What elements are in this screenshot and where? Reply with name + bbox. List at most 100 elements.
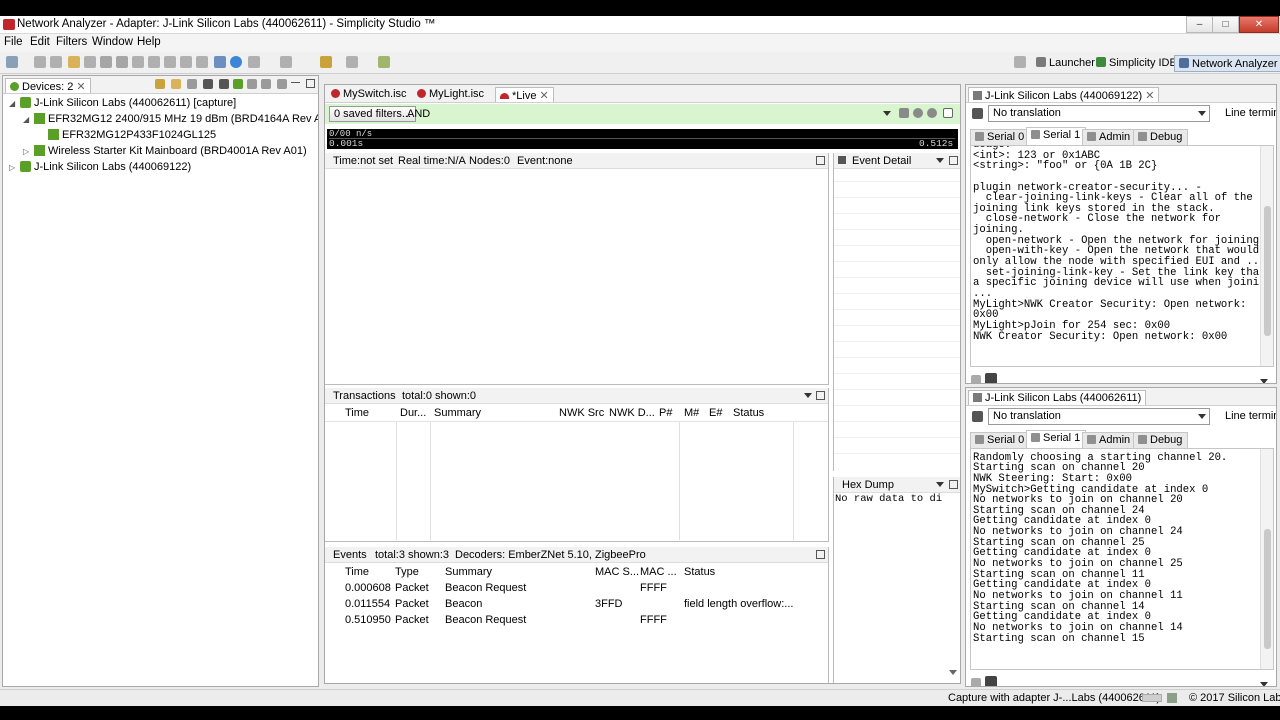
subtab-serial1[interactable]: Serial 1 bbox=[1026, 127, 1087, 145]
pin-icon[interactable] bbox=[378, 56, 390, 68]
subtab-serial1[interactable]: Serial 1 bbox=[1026, 430, 1087, 448]
maximize-button[interactable]: □ bbox=[1212, 16, 1239, 33]
view-menu-icon[interactable] bbox=[804, 393, 812, 398]
view-menu-icon[interactable] bbox=[936, 482, 944, 487]
perspective-network-analyzer[interactable]: Network Analyzer bbox=[1174, 55, 1280, 72]
forward-arrow-icon[interactable] bbox=[346, 56, 358, 68]
open-perspective-icon[interactable] bbox=[1014, 56, 1026, 68]
col-summary[interactable]: Summary bbox=[434, 407, 481, 419]
save-all-icon[interactable] bbox=[50, 56, 62, 68]
view-menu-icon[interactable] bbox=[936, 158, 944, 163]
filter-dropdown-icon[interactable] bbox=[883, 111, 891, 116]
col-mac-dst[interactable]: MAC ... bbox=[640, 566, 677, 578]
console-scrollbar[interactable] bbox=[1260, 146, 1273, 366]
new-icon[interactable] bbox=[6, 56, 18, 68]
disconnect-icon[interactable] bbox=[219, 79, 229, 89]
col-p-number[interactable]: P# bbox=[659, 407, 672, 419]
subtab-admin[interactable]: Admin bbox=[1082, 129, 1137, 145]
maximize-view-icon[interactable] bbox=[949, 156, 958, 165]
back-arrow-icon[interactable] bbox=[320, 56, 332, 68]
maximize-view-icon[interactable] bbox=[816, 550, 825, 559]
command-icon[interactable] bbox=[985, 373, 997, 383]
remove-icon[interactable] bbox=[203, 79, 213, 89]
tree-item-efr32mg12-chip[interactable]: EFR32MG12P433F1024GL125 bbox=[37, 129, 216, 141]
filter-window-icon[interactable] bbox=[943, 108, 953, 118]
expand-arrow-icon[interactable]: ◢ bbox=[9, 99, 17, 108]
filter-record-icon[interactable] bbox=[913, 108, 923, 118]
menu-help[interactable]: Help bbox=[137, 36, 161, 48]
tab-live[interactable]: *Live ✕ bbox=[495, 87, 554, 102]
expand-arrow-icon[interactable]: ◢ bbox=[23, 115, 31, 124]
table-row[interactable]: 0.011554 Packet Beacon 3FFD field length ove… bbox=[325, 597, 828, 613]
scroll-down-icon[interactable] bbox=[949, 670, 957, 675]
tab-myswitch[interactable]: MySwitch.isc bbox=[327, 87, 411, 102]
minimize-button[interactable]: – bbox=[1186, 16, 1213, 33]
console-device-icon[interactable] bbox=[972, 108, 983, 119]
print-icon[interactable] bbox=[84, 56, 96, 68]
perspective-simplicity-ide[interactable]: Simplicity IDE bbox=[1092, 55, 1181, 72]
tree-item-jlink-440069122[interactable]: ▷ J-Link Silicon Labs (440069122) bbox=[9, 161, 191, 173]
dropdown-icon[interactable] bbox=[247, 79, 257, 89]
console-scrollbar[interactable] bbox=[1260, 449, 1273, 669]
collapse-all-icon[interactable] bbox=[261, 79, 271, 89]
subtab-admin[interactable]: Admin bbox=[1082, 432, 1137, 448]
save-icon[interactable] bbox=[34, 56, 46, 68]
menu-filters[interactable]: Filters bbox=[56, 36, 87, 48]
collapse-arrow-icon[interactable]: ▷ bbox=[23, 147, 31, 156]
maximize-view-icon[interactable] bbox=[306, 79, 315, 88]
edit-icon[interactable] bbox=[187, 79, 197, 89]
menu-file[interactable]: File bbox=[4, 36, 23, 48]
maximize-view-icon[interactable] bbox=[816, 391, 825, 400]
tab-mylight[interactable]: MyLight.isc bbox=[413, 87, 488, 102]
link-editor-icon[interactable] bbox=[277, 79, 287, 89]
maximize-view-icon[interactable] bbox=[816, 156, 825, 165]
col-summary[interactable]: Summary bbox=[445, 566, 492, 578]
next-annotation-icon[interactable] bbox=[280, 56, 292, 68]
col-time[interactable]: Time bbox=[345, 407, 369, 419]
col-duration[interactable]: Dur... bbox=[400, 407, 426, 419]
folder-icon[interactable] bbox=[171, 79, 181, 89]
help-icon[interactable] bbox=[230, 56, 242, 68]
filter-clear-icon[interactable] bbox=[927, 108, 937, 118]
translation-select[interactable]: No translation bbox=[988, 105, 1210, 122]
filter-icon[interactable] bbox=[148, 56, 160, 68]
history-icon[interactable] bbox=[971, 678, 981, 686]
capture-icon[interactable] bbox=[132, 56, 144, 68]
saved-filters-button[interactable]: 0 saved filters... bbox=[329, 106, 417, 122]
tab-console-440062611[interactable]: J-Link Silicon Labs (440062611) bbox=[968, 390, 1147, 405]
close-tab-icon[interactable]: ✕ bbox=[1145, 90, 1154, 102]
subtab-debug[interactable]: Debug bbox=[1133, 432, 1189, 448]
history-icon[interactable] bbox=[971, 375, 981, 383]
settings-gear-icon[interactable] bbox=[233, 79, 243, 89]
timeline-strip[interactable]: 0/00 n/s 0.001s 0.512s bbox=[327, 129, 958, 149]
col-status[interactable]: Status bbox=[684, 566, 715, 578]
collapse-arrow-icon[interactable]: ▷ bbox=[9, 163, 17, 172]
link-icon[interactable] bbox=[164, 56, 176, 68]
command-input-top[interactable] bbox=[1000, 371, 1268, 383]
tree-item-starter-kit-mainboard[interactable]: ▷ Wireless Starter Kit Mainboard (BRD4001… bbox=[23, 145, 307, 157]
copy-icon[interactable] bbox=[100, 56, 112, 68]
console-output-top[interactable]: usage: <int>: 123 or 0x1ABC <string>: "foo… bbox=[970, 145, 1274, 367]
tree-item-efr32mg12-board[interactable]: ◢ EFR32MG12 2400/915 MHz 19 dBm (BRD4164A… bbox=[23, 113, 318, 125]
col-mac-src[interactable]: MAC S... bbox=[595, 566, 639, 578]
col-m-number[interactable]: M# bbox=[684, 407, 699, 419]
chevron-down-icon[interactable] bbox=[1260, 379, 1268, 383]
minimize-view-icon[interactable] bbox=[291, 82, 300, 85]
tools-icon[interactable] bbox=[180, 56, 192, 68]
table-row[interactable]: 0.510950 Packet Beacon Request FFFF bbox=[325, 613, 828, 629]
subtab-serial0[interactable]: Serial 0 bbox=[970, 432, 1031, 448]
translation-select[interactable]: No translation bbox=[988, 408, 1210, 425]
col-time[interactable]: Time bbox=[345, 566, 369, 578]
perspective-launcher[interactable]: Launcher bbox=[1032, 55, 1099, 72]
chevron-down-icon[interactable] bbox=[1260, 682, 1268, 686]
close-tab-icon[interactable]: ✕ bbox=[76, 81, 85, 93]
filter-expression-input[interactable] bbox=[435, 106, 895, 122]
debug-icon[interactable] bbox=[248, 56, 260, 68]
open-folder-icon[interactable] bbox=[68, 56, 80, 68]
maximize-view-icon[interactable] bbox=[949, 480, 958, 489]
close-tab-icon[interactable]: ✕ bbox=[540, 90, 549, 102]
subtab-serial0[interactable]: Serial 0 bbox=[970, 129, 1031, 145]
menu-edit[interactable]: Edit bbox=[30, 36, 50, 48]
col-nwk-dst[interactable]: NWK D... bbox=[609, 407, 655, 419]
menu-window[interactable]: Window bbox=[92, 36, 133, 48]
